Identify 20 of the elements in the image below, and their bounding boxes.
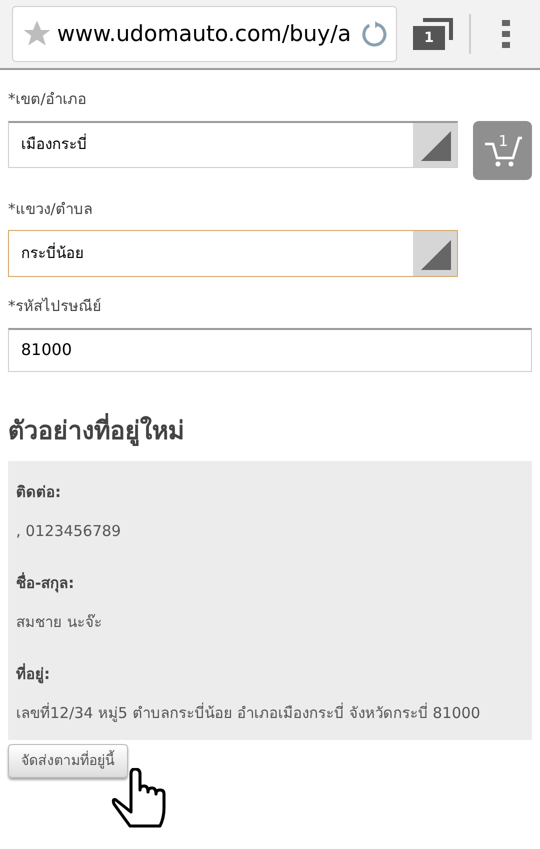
info-label: ชื่อ-สกุล: xyxy=(16,572,76,594)
reload-icon[interactable] xyxy=(360,20,388,48)
dropdown-arrow-icon xyxy=(421,130,451,160)
info-value: , 0123456789 xyxy=(16,520,122,542)
info-value: สมชาย นะจ๊ะ xyxy=(16,612,103,632)
field-label: *เขต/อำเภอ xyxy=(8,89,88,110)
dropdown-arrow-icon xyxy=(421,240,451,270)
dropdown-field[interactable]: กระบี่น้อย xyxy=(8,230,458,277)
info-value: เลขที่12/34 หมู่5 ตำบลกระบี่น้อย อำเภอเมืองกระบี่ จังหวัดกระบี่ 81000 xyxy=(16,702,482,724)
ship-to-address-button[interactable]: จัดส่งตามที่อยู่นี้ xyxy=(8,744,128,778)
info-label: ติดต่อ: xyxy=(16,482,62,503)
info-label: ที่อยู่: xyxy=(16,663,51,686)
postal-code-field[interactable]: 81000 xyxy=(8,328,532,372)
field-label: *แขวง/ตำบล xyxy=(8,198,94,220)
dropdown-field[interactable]: เมืองกระบี่ xyxy=(8,120,458,168)
menu-icon[interactable] xyxy=(501,18,511,50)
section-heading: ตัวอย่างที่อยู่ใหม่ xyxy=(8,412,532,449)
address-bar[interactable]: www.udomauto.com/buy/a xyxy=(12,6,397,62)
field-label: *รหัสไปรษณีย์ xyxy=(8,296,102,317)
url-text: www.udomauto.com/buy/a xyxy=(57,20,352,48)
